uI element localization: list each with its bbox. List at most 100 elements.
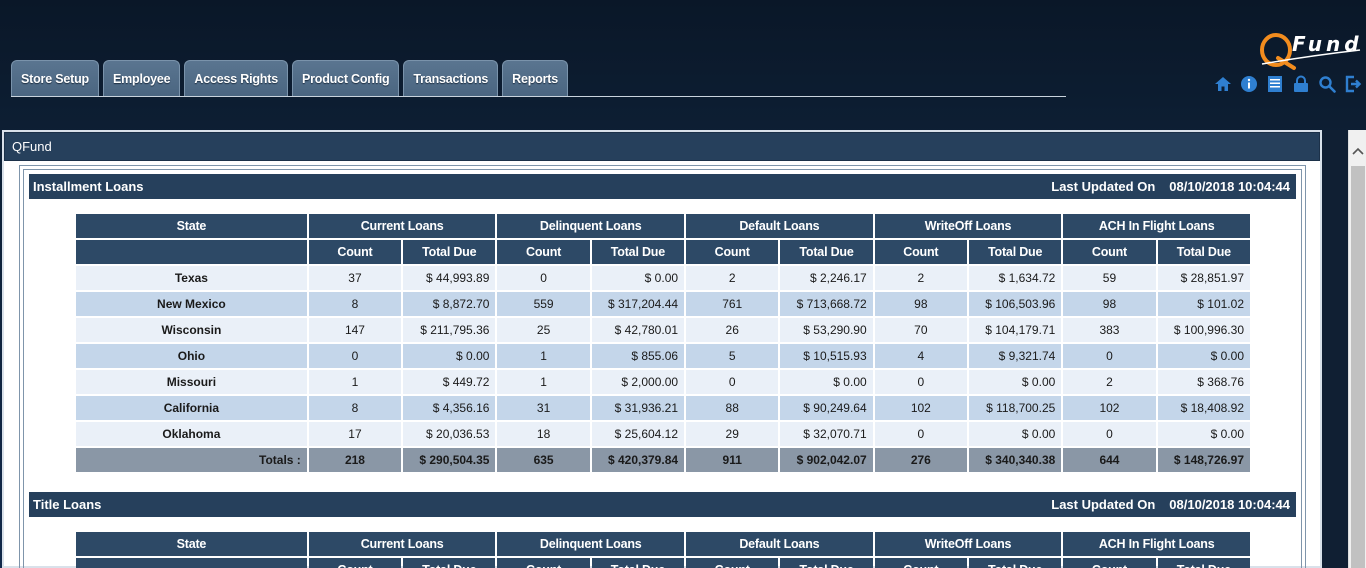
total-due-cell: $ 211,795.36 [403, 318, 496, 342]
total-amount-cell: $ 290,504.35 [403, 448, 496, 472]
tab-reports[interactable]: Reports [502, 60, 568, 97]
count-cell: 5 [686, 344, 779, 368]
scroll-thumb[interactable] [1351, 166, 1365, 568]
count-cell: 70 [874, 318, 967, 342]
col-state: State [76, 214, 307, 238]
total-count-cell: 635 [497, 448, 590, 472]
col-count: Count [874, 558, 967, 568]
total-due-cell: $ 32,070.71 [780, 422, 873, 446]
total-due-cell: $ 44,993.89 [403, 266, 496, 290]
col-total-due: Total Due [968, 240, 1062, 264]
total-due-cell: $ 0.00 [403, 344, 496, 368]
col-count: Count [308, 558, 402, 568]
table-row: Missouri 1 $ 449.72 1 $ 2,000.00 0 $ 0.00 0 $ 0.… [76, 370, 1250, 394]
total-due-cell: $ 0.00 [591, 266, 685, 290]
total-count-cell: 218 [308, 448, 402, 472]
count-cell: 18 [497, 422, 590, 446]
home-icon[interactable] [1214, 75, 1232, 93]
total-due-cell: $ 104,179.71 [968, 318, 1062, 342]
count-cell: 2 [686, 266, 779, 290]
total-due-cell: $ 2,000.00 [591, 370, 685, 394]
count-cell: 8 [308, 396, 402, 420]
col-count: Count [308, 240, 402, 264]
count-cell: 559 [497, 292, 590, 316]
count-cell: 25 [497, 318, 590, 342]
col-count: Count [686, 558, 779, 568]
toolbar-icons [1214, 75, 1362, 93]
tab-product-config[interactable]: Product Config [291, 60, 400, 97]
col-group-current: Current Loans [308, 532, 496, 556]
tab-transactions[interactable]: Transactions [403, 60, 499, 97]
col-count: Count [497, 558, 590, 568]
col-total-due: Total Due [1157, 558, 1250, 568]
total-due-cell: $ 25,604.12 [591, 422, 685, 446]
total-due-cell: $ 317,204.44 [591, 292, 685, 316]
last-updated-label: Last Updated On [1051, 497, 1156, 512]
logo-text: Fund [1292, 32, 1363, 56]
total-due-cell: $ 31,936.21 [591, 396, 685, 420]
totals-row: Totals :218 $ 290,504.35 635 $ 420,379.84 91… [76, 448, 1250, 472]
panel-title: QFund [4, 132, 1320, 161]
title-loans-header: Title Loans Last Updated On 08/10/2018 1… [29, 492, 1296, 517]
col-total-due: Total Due [403, 558, 496, 568]
vertical-scrollbar[interactable] [1348, 130, 1366, 568]
count-cell: 0 [686, 370, 779, 394]
total-due-cell: $ 106,503.96 [968, 292, 1062, 316]
main-nav: Store Setup Employee Access Rights Produ… [11, 60, 568, 97]
total-due-cell: $ 10,515.93 [780, 344, 873, 368]
logout-icon[interactable] [1344, 75, 1362, 93]
table-row: New Mexico 8 $ 8,872.70 559 $ 317,204.44 761 $… [76, 292, 1250, 316]
total-due-cell: $ 855.06 [591, 344, 685, 368]
total-amount-cell: $ 420,379.84 [591, 448, 685, 472]
total-due-cell: $ 8,872.70 [403, 292, 496, 316]
count-cell: 102 [874, 396, 967, 420]
total-due-cell: $ 100,996.30 [1157, 318, 1250, 342]
state-cell: Texas [76, 266, 307, 290]
count-cell: 17 [308, 422, 402, 446]
tab-access-rights[interactable]: Access Rights [184, 60, 288, 97]
col-count: Count [497, 240, 590, 264]
count-cell: 1 [308, 370, 402, 394]
count-cell: 29 [686, 422, 779, 446]
state-cell: Oklahoma [76, 422, 307, 446]
state-cell: Ohio [76, 344, 307, 368]
count-cell: 2 [1063, 370, 1156, 394]
col-total-due: Total Due [780, 558, 873, 568]
page-gutter [1322, 130, 1348, 568]
total-amount-cell: $ 148,726.97 [1157, 448, 1250, 472]
installment-rows: Texas 37 $ 44,993.89 0 $ 0.00 2 $ 2,246.17 2 $ 1… [76, 266, 1250, 472]
main-panel: QFund Installment Loans Last Updated On … [2, 130, 1322, 568]
count-cell: 37 [308, 266, 402, 290]
total-due-cell: $ 2,246.17 [780, 266, 873, 290]
total-due-cell: $ 449.72 [403, 370, 496, 394]
col-group-ach: ACH In Flight Loans [1063, 532, 1250, 556]
table-row: Wisconsin 147 $ 211,795.36 25 $ 42,780.01 26 $… [76, 318, 1250, 342]
col-group-default: Default Loans [686, 532, 873, 556]
list-icon[interactable] [1266, 75, 1284, 93]
total-due-cell: $ 101.02 [1157, 292, 1250, 316]
table-row: Oklahoma 17 $ 20,036.53 18 $ 25,604.12 29 $ 32… [76, 422, 1250, 446]
count-cell: 383 [1063, 318, 1156, 342]
info-icon[interactable] [1240, 75, 1258, 93]
total-count-cell: 276 [874, 448, 967, 472]
tab-employee[interactable]: Employee [102, 60, 181, 97]
state-cell: New Mexico [76, 292, 307, 316]
table-row: Texas 37 $ 44,993.89 0 $ 0.00 2 $ 2,246.17 2 $ 1… [76, 266, 1250, 290]
total-count-cell: 644 [1063, 448, 1156, 472]
col-state: State [76, 532, 307, 556]
total-due-cell: $ 0.00 [1157, 422, 1250, 446]
col-group-writeoff: WriteOff Loans [874, 532, 1062, 556]
count-cell: 0 [874, 422, 967, 446]
total-due-cell: $ 28,851.97 [1157, 266, 1250, 290]
title-loans-table: State Current Loans Delinquent Loans Def… [74, 530, 1252, 568]
search-icon[interactable] [1318, 75, 1336, 93]
col-blank [76, 240, 307, 264]
tab-store-setup[interactable]: Store Setup [11, 60, 99, 97]
totals-label: Totals : [76, 448, 307, 472]
total-due-cell: $ 18,408.92 [1157, 396, 1250, 420]
lock-icon[interactable] [1292, 75, 1310, 93]
total-due-cell: $ 90,249.64 [780, 396, 873, 420]
col-total-due: Total Due [591, 240, 685, 264]
total-due-cell: $ 42,780.01 [591, 318, 685, 342]
scroll-up-icon[interactable] [1349, 142, 1366, 160]
